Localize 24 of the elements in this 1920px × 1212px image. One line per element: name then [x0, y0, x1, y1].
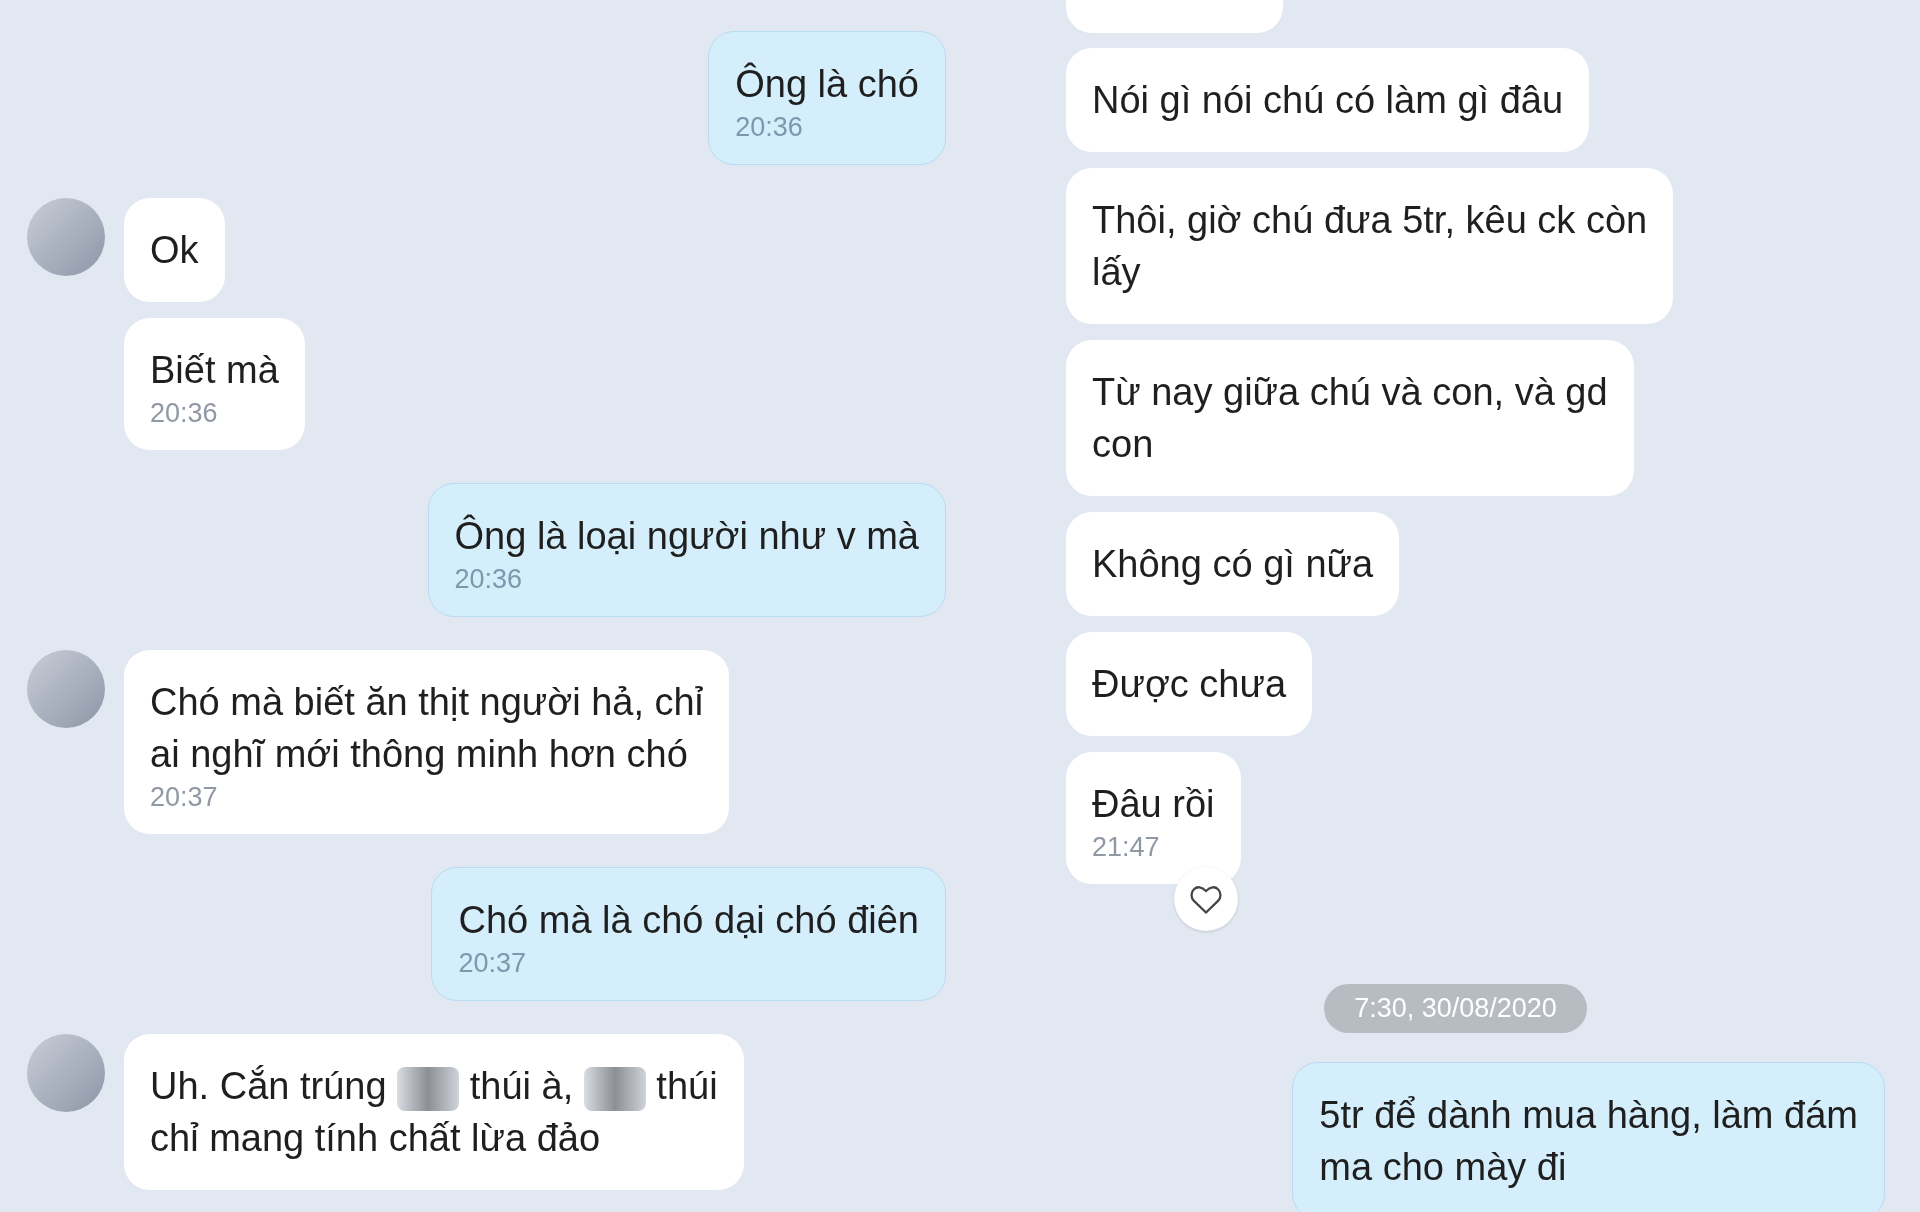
- message-text: Ông là loại người như v mà: [454, 513, 919, 559]
- message-text: Thôi, giờ chú đưa 5tr, kêu ck còn lấy: [1092, 198, 1648, 295]
- heart-reaction-icon[interactable]: [1173, 867, 1238, 931]
- message-text: 5tr để dành mua hàng, làm đám ma cho mày đi: [1319, 1093, 1858, 1190]
- message-time: 20:37: [458, 947, 528, 980]
- message-text: Uh. Cắn trúng thúi à, thúi chỉ mang tính chất lừa đảo: [150, 1064, 718, 1161]
- message-text: Ông là chó: [735, 61, 919, 107]
- message-text: Chó mà biết ăn thịt người hả, chỉ ai nghĩ mới thông minh hơn chó: [150, 680, 704, 777]
- message-text: Nói gì nói chú có làm gì đâu: [1092, 78, 1564, 123]
- message-time: 20:36: [454, 563, 524, 596]
- message-time: 20:36: [735, 111, 804, 144]
- message-text: Biết mà: [150, 348, 279, 393]
- date-divider: 7:30, 30/08/2020: [1324, 984, 1587, 1033]
- message-text: Được chưa: [1092, 662, 1287, 707]
- message-text: Ok: [150, 228, 199, 273]
- message-text: Không có gì nữa: [1092, 542, 1374, 587]
- message-time: 21:47: [1092, 831, 1161, 864]
- message-text: Chó mà là chó dại chó điên: [458, 898, 919, 943]
- message-text: Đâu rồi: [1092, 782, 1215, 827]
- message-time: 20:37: [150, 781, 219, 814]
- blurred-patch: [397, 1066, 460, 1111]
- message-time: 20:36: [150, 397, 219, 430]
- message-text: Từ nay giữa chú và con, và gd con: [1092, 370, 1608, 467]
- blurred-patch: [583, 1066, 646, 1111]
